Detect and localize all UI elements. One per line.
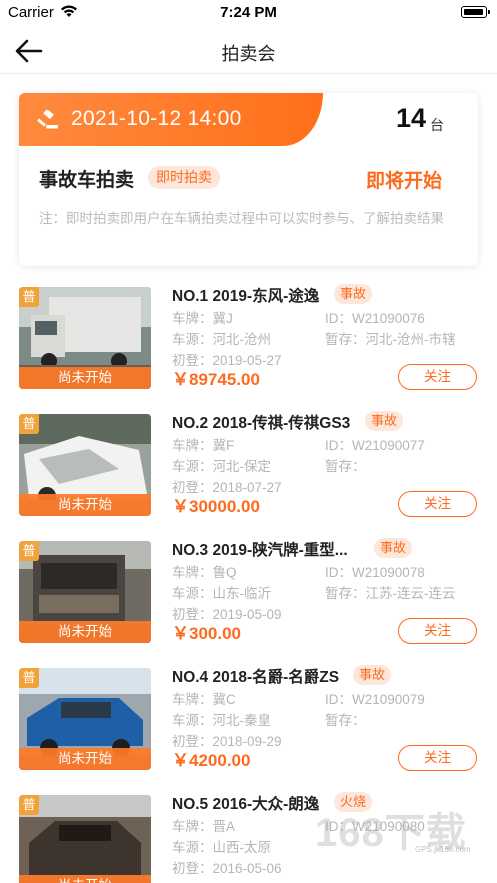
auction-status: 即将开始 — [365, 171, 442, 192]
auction-name: 事故车拍卖 — [39, 170, 135, 191]
nav-bar: 拍卖会 — [0, 26, 497, 74]
session-datetime: 2021-10-12 14:00 — [71, 107, 242, 130]
damage-tag: 事故 — [365, 411, 404, 431]
sale-state-label: 尚未开始 — [19, 494, 151, 516]
sale-state-label: 尚未开始 — [19, 621, 151, 643]
battery-icon — [461, 6, 490, 18]
lot-id: ID：W21090080 — [325, 819, 425, 834]
origin: 车源：山西-太原 — [172, 840, 271, 855]
origin: 车源：河北-保定 — [172, 459, 271, 474]
auction-type-badge: 即时拍卖 — [148, 166, 220, 189]
sale-state-label: 尚未开始 — [19, 748, 151, 770]
vehicle-count: 14 — [395, 103, 426, 133]
plate: 车牌：晋A — [172, 819, 236, 834]
damage-tag: 事故 — [334, 284, 373, 304]
damage-tag: 事故 — [353, 665, 392, 685]
lot-title: NO.4 2018-名爵-名爵ZS — [172, 669, 340, 686]
follow-button[interactable]: 关注 — [398, 491, 477, 517]
auction-session-card: 2021-10-12 14:00 14 台 事故车拍卖 即时拍卖 即将开始 注：… — [19, 93, 478, 266]
plate: 车牌：鲁Q — [172, 565, 237, 580]
lot-item[interactable]: 普 尚未开始 NO.4 2018-名爵-名爵ZS 事故 车牌：冀C ID：W21… — [0, 665, 497, 786]
grade-badge: 普 — [19, 668, 39, 688]
page-title: 拍卖会 — [221, 44, 276, 64]
vehicle-count-unit: 台 — [430, 117, 444, 133]
session-date-banner: 2021-10-12 14:00 — [19, 93, 323, 146]
grade-badge: 普 — [19, 795, 39, 815]
storage: 暂存：江苏-连云-连云 — [325, 586, 456, 601]
lot-item[interactable]: 普 尚未开始 NO.3 2019-陕汽牌-重型... 事故 车牌：鲁Q ID：W… — [0, 538, 497, 659]
lot-id: ID：W21090076 — [325, 311, 425, 326]
vehicle-photo[interactable]: 普 尚未开始 — [19, 668, 151, 770]
price: ￥300.00 — [172, 624, 241, 643]
lot-title: NO.5 2016-大众-朗逸 — [172, 796, 320, 813]
price: ￥89745.00 — [172, 370, 260, 389]
storage: 暂存： — [325, 713, 366, 728]
grade-badge: 普 — [19, 287, 39, 307]
lot-id: ID：W21090077 — [325, 438, 425, 453]
plate: 车牌：冀J — [172, 311, 233, 326]
lot-title: NO.2 2018-传祺-传祺GS3 — [172, 415, 351, 432]
grade-badge: 普 — [19, 414, 39, 434]
auction-note: 注：即时拍卖即用户在车辆拍卖过程中可以实时参与、了解拍卖结果 — [39, 211, 444, 226]
price: ￥30000.00 — [172, 497, 260, 516]
lot-item[interactable]: 普 尚未开始 NO.1 2019-东风-途逸 事故 车牌：冀J ID：W2109… — [0, 284, 497, 405]
vehicle-photo[interactable]: 普 尚未开始 — [19, 414, 151, 516]
storage: 暂存： — [325, 459, 366, 474]
vehicle-photo[interactable]: 普 尚未开始 — [19, 541, 151, 643]
sale-state-label: 尚未开始 — [19, 367, 151, 389]
vehicle-photo[interactable]: 普 尚未开始 — [19, 287, 151, 389]
follow-button[interactable]: 关注 — [398, 745, 477, 771]
clock: 7:24 PM — [220, 4, 277, 21]
plate: 车牌：冀C — [172, 692, 236, 707]
first-registration: 初登：2016-05-06 — [172, 861, 282, 876]
lot-id: ID：W21090079 — [325, 692, 425, 707]
lot-item[interactable]: 普 尚未开始 NO.5 2016-大众-朗逸 火烧 车牌：晋A ID：W2109… — [0, 792, 497, 883]
lot-title: NO.3 2019-陕汽牌-重型... — [172, 542, 348, 559]
damage-tag: 火烧 — [334, 792, 373, 812]
grade-badge: 普 — [19, 541, 39, 561]
origin: 车源：河北-秦皇 — [172, 713, 271, 728]
price: ￥4200.00 — [172, 751, 251, 770]
status-bar: Carrier 7:24 PM — [0, 0, 497, 26]
lot-title: NO.1 2019-东风-途逸 — [172, 288, 320, 305]
follow-button[interactable]: 关注 — [398, 364, 477, 390]
sale-state-label: 尚未开始 — [19, 875, 151, 883]
plate: 车牌：冀F — [172, 438, 235, 453]
gavel-icon — [37, 110, 58, 129]
lot-id: ID：W21090078 — [325, 565, 425, 580]
origin: 车源：河北-沧州 — [172, 332, 271, 347]
damage-tag: 事故 — [374, 538, 413, 558]
origin: 车源：山东-临沂 — [172, 586, 271, 601]
vehicle-photo[interactable]: 普 尚未开始 — [19, 795, 151, 883]
lot-item[interactable]: 普 尚未开始 NO.2 2018-传祺-传祺GS3 事故 车牌：冀F ID：W2… — [0, 411, 497, 532]
storage: 暂存：河北-沧州-市辖 — [325, 332, 456, 347]
follow-button[interactable]: 关注 — [398, 618, 477, 644]
